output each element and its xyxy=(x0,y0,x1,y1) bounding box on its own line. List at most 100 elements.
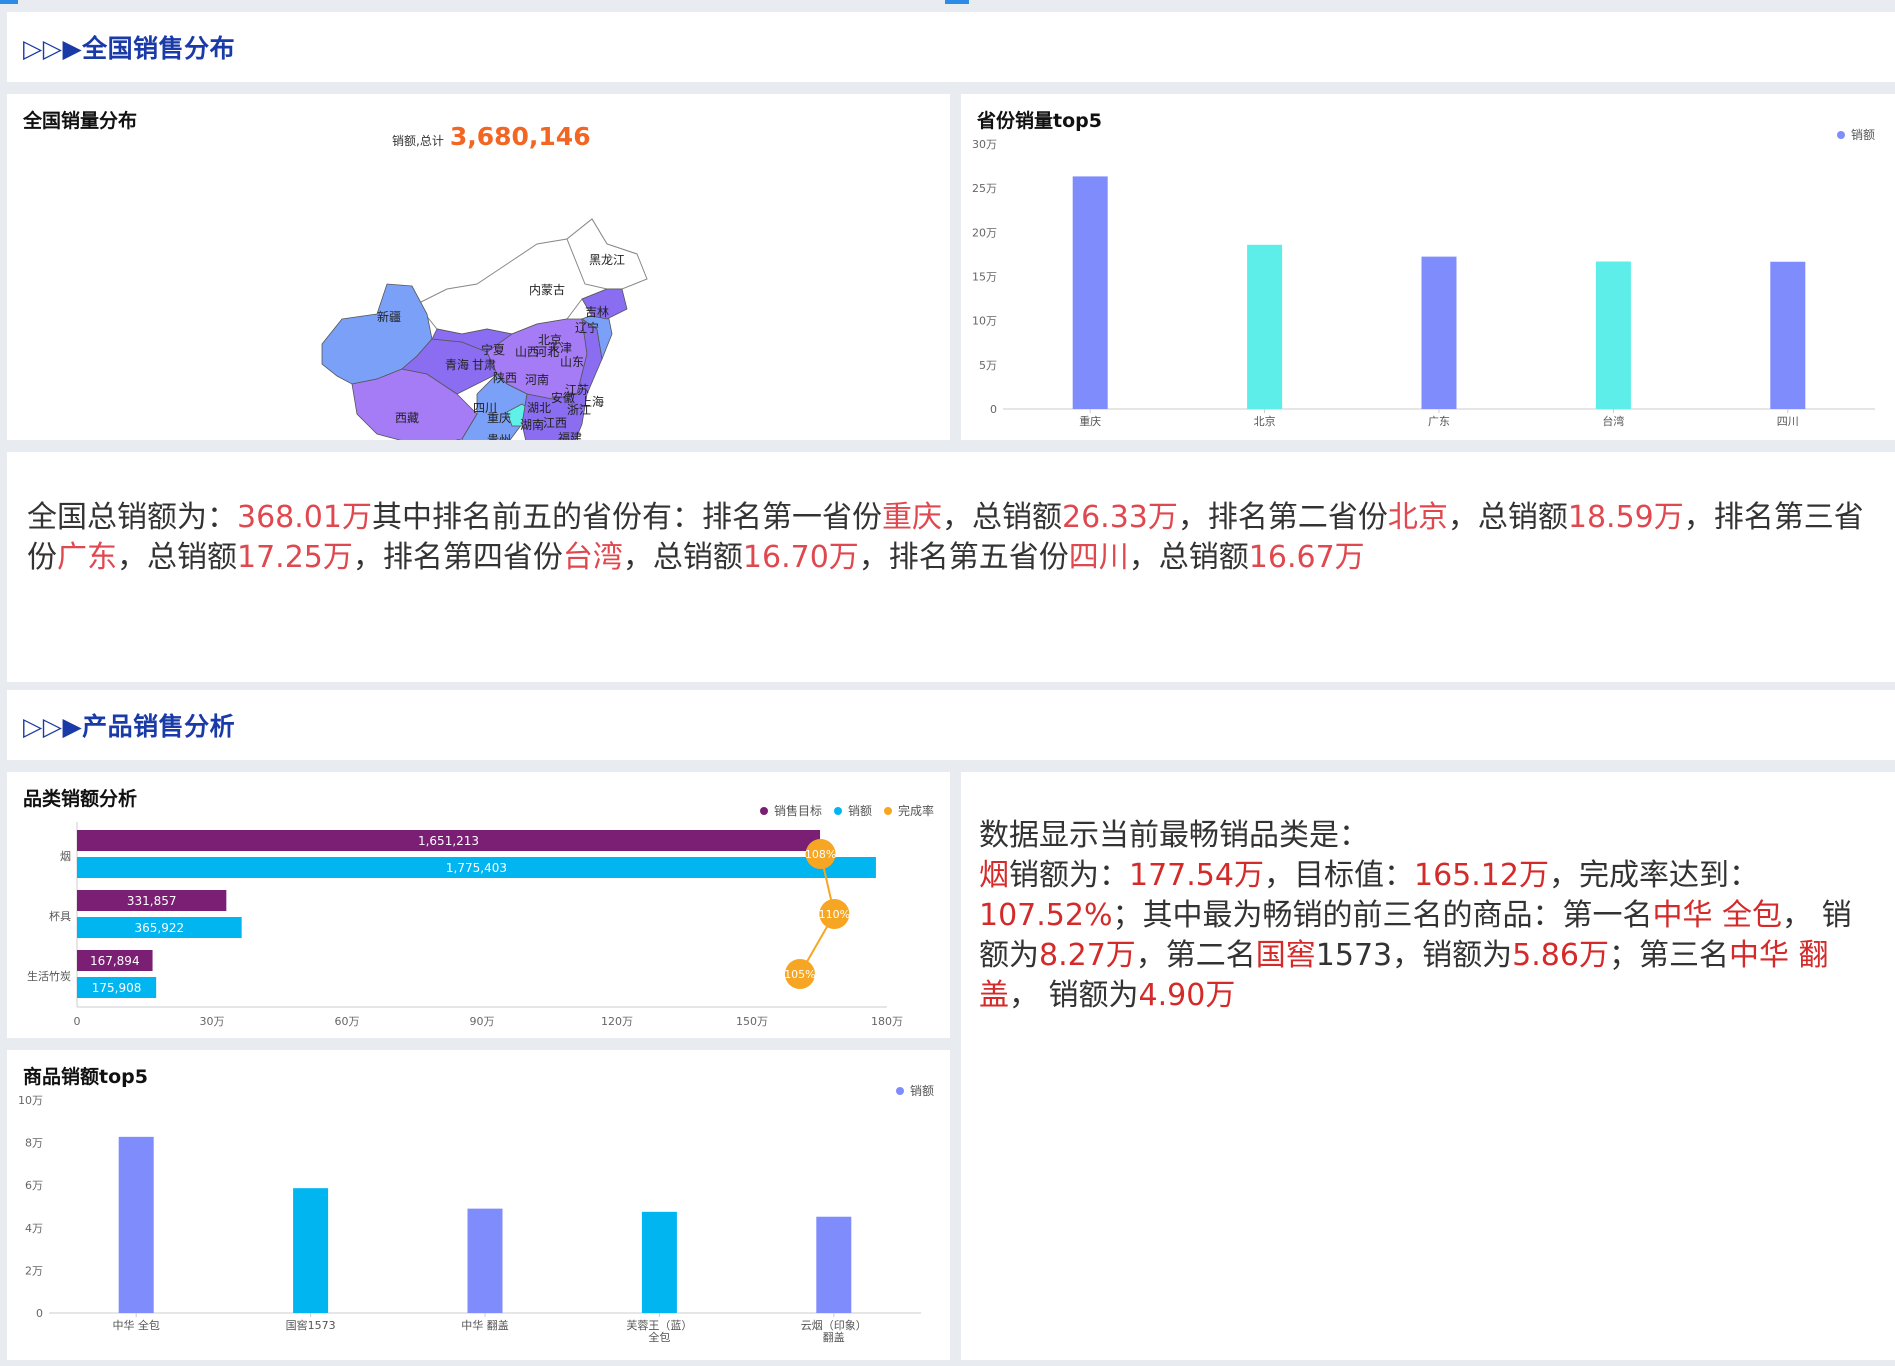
y-tick-label: 10万 xyxy=(972,315,997,328)
y-tick-label: 0 xyxy=(990,403,997,416)
summary-text: ，总销额 xyxy=(622,540,743,575)
summary-line: 数据显示当前最畅销品类是： xyxy=(979,818,1369,853)
map-label-内蒙古: 内蒙古 xyxy=(529,282,565,297)
product-summary-text: 数据显示当前最畅销品类是： 烟销额为：177.54万，目标值：165.12万，完… xyxy=(979,816,1879,1016)
summary-text: ，总销额 xyxy=(1447,500,1568,535)
map-label-吉林: 吉林 xyxy=(585,305,609,319)
x-tick-label: 重庆 xyxy=(1079,414,1101,428)
summary-text: ；第三名 xyxy=(1608,938,1729,973)
summary-value-1: 26.33万 xyxy=(1061,500,1178,535)
summary-value-2: 18.59万 xyxy=(1567,500,1684,535)
summary-province-2: 北京 xyxy=(1387,500,1448,535)
map-label-黑龙江: 黑龙江 xyxy=(589,253,625,267)
x-tick-label: 台湾 xyxy=(1602,414,1624,428)
product-summary-card: 数据显示当前最畅销品类是： 烟销额为：177.54万，目标值：165.12万，完… xyxy=(961,772,1895,1360)
y-tick-label: 30万 xyxy=(972,138,997,151)
bar[interactable] xyxy=(118,1136,154,1313)
bar-label: 175,908 xyxy=(92,981,142,995)
x-tick-label: 四川 xyxy=(1777,415,1799,428)
national-summary-text: 全国总销额为：368.01万其中排名前五的省份有：排名第一省份重庆，总销额26.… xyxy=(27,498,1887,578)
x-tick-label: 中华 全包 xyxy=(112,1318,160,1332)
map-label-河南: 河南 xyxy=(525,372,549,387)
summary-text: ；其中最为畅销的前三名的商品：第一名 xyxy=(1112,898,1653,933)
x-tick-label: 0 xyxy=(74,1015,81,1028)
summary-text: 其中排名前五的省份有：排名第一省份 xyxy=(371,500,882,535)
map-label-湖北: 湖北 xyxy=(527,400,551,415)
y-tick-label: 5万 xyxy=(979,359,997,372)
y-tick-label: 烟 xyxy=(60,849,71,863)
map-label-浙江: 浙江 xyxy=(567,403,591,417)
category-card: 品类销额分析 销售目标 销额 完成率 0 30万 60万 90万 120万 150万 180… xyxy=(7,772,950,1038)
summary-province-3: 广东 xyxy=(57,540,117,575)
china-map[interactable]: 新疆西藏青海 甘肃宁夏内蒙古黑龙江吉林辽宁北京天津河北山西陕西山东河南四川重庆湖北… xyxy=(7,94,950,440)
summary-total-value: 368.01万 xyxy=(237,500,372,535)
x-tick-label: 芙蓉王（蓝） xyxy=(626,1318,692,1332)
map-label-青海: 青海 xyxy=(445,357,469,372)
top-accent-mid xyxy=(945,0,969,4)
summary-goods-value-2: 5.86万 xyxy=(1512,938,1609,973)
summary-text: ，完成率达到： xyxy=(1548,858,1759,893)
bar-label: 1,775,403 xyxy=(446,861,507,875)
bar-label: 365,922 xyxy=(135,921,185,935)
y-tick-label: 杯具 xyxy=(49,909,71,923)
section-title-national: ▷▷▶全国销售分布 xyxy=(23,34,236,63)
summary-province-4: 台湾 xyxy=(562,540,623,575)
x-tick-label: 全包 xyxy=(648,1330,670,1344)
bar[interactable] xyxy=(1072,176,1108,409)
x-tick-label: 150万 xyxy=(736,1015,768,1028)
summary-province-1: 重庆 xyxy=(881,500,942,535)
y-tick-label: 2万 xyxy=(25,1264,43,1277)
map-label-山东: 山东 xyxy=(560,355,584,369)
section-header-product: ▷▷▶产品销售分析 xyxy=(7,690,1895,760)
x-tick-label: 180万 xyxy=(871,1015,903,1028)
summary-text: ，总销额 xyxy=(117,540,237,575)
summary-text: ， 销额为 xyxy=(1009,978,1139,1013)
product-chart[interactable]: 0 2万 4万 6万 8万 10万中华 全包 国窖1573 中华 翻盖 芙蓉王（蓝）全包 云烟（印… xyxy=(7,1050,950,1360)
summary-goods-value-3: 4.90万 xyxy=(1138,978,1236,1013)
summary-goods-2: 国窖 xyxy=(1255,938,1316,973)
y-tick-label: 8万 xyxy=(25,1137,43,1150)
map-label-湖南: 湖南 xyxy=(520,417,544,432)
x-tick-label: 云烟（印象） xyxy=(801,1318,867,1332)
summary-value-5: 16.67万 xyxy=(1248,540,1365,575)
x-tick-label: 120万 xyxy=(601,1015,633,1028)
summary-goods-value-1: 8.27万 xyxy=(1039,938,1136,973)
x-tick-label: 60万 xyxy=(335,1015,360,1028)
map-label-辽宁: 辽宁 xyxy=(575,320,599,335)
map-label-重庆: 重庆 xyxy=(487,411,511,425)
x-tick-label: 30万 xyxy=(200,1015,225,1028)
y-tick-label: 15万 xyxy=(972,271,997,284)
bar-label: 167,894 xyxy=(90,954,140,968)
product-card: 商品销额top5 销额 0 2万 4万 6万 8万 10万 中华 全包 国窖1573 中华 翻盖… xyxy=(7,1050,950,1360)
bar[interactable] xyxy=(816,1216,852,1313)
rate-label: 105% xyxy=(784,968,815,981)
category-chart[interactable]: 0 30万 60万 90万 120万 150万 180万 烟 1,651,213 1,775,40… xyxy=(7,772,950,1038)
summary-goods-2-number: 1573 xyxy=(1315,938,1393,973)
summary-text: ，目标值： xyxy=(1263,858,1414,893)
y-tick-label: 6万 xyxy=(25,1179,43,1192)
y-tick-label: 10万 xyxy=(18,1094,43,1107)
summary-text: ，总销额 xyxy=(941,500,1062,535)
y-tick-label: 0 xyxy=(36,1307,43,1320)
bar[interactable] xyxy=(1247,244,1283,409)
bar[interactable] xyxy=(641,1211,677,1313)
map-label-贵州: 贵州 xyxy=(487,433,511,440)
summary-text: ，销额为 xyxy=(1392,938,1513,973)
y-tick-label: 生活竹炭 xyxy=(27,969,71,983)
bar[interactable] xyxy=(467,1208,503,1313)
section-title-product: ▷▷▶产品销售分析 xyxy=(23,712,236,741)
province-chart[interactable]: 0 5万 10万 15万 20万 25万 30万重庆 北京 广东 台湾 四川 xyxy=(961,94,1895,440)
bar-label: 1,651,213 xyxy=(418,834,479,848)
bar[interactable] xyxy=(1595,261,1631,409)
summary-goods-1: 中华 全包 xyxy=(1652,898,1783,933)
national-summary-card: 全国总销额为：368.01万其中排名前五的省份有：排名第一省份重庆，总销额26.… xyxy=(7,452,1895,682)
province-card: 省份销量top5 销额 0 5万 10万 15万 20万 25万 30万 重庆 北京 广东 台湾 四川 xyxy=(961,94,1895,440)
summary-category: 烟 xyxy=(979,858,1009,893)
x-tick-label: 中华 翻盖 xyxy=(461,1318,509,1332)
bar[interactable] xyxy=(1770,261,1806,409)
bar[interactable] xyxy=(1421,256,1457,409)
bar[interactable] xyxy=(293,1188,329,1313)
y-tick-label: 20万 xyxy=(972,226,997,239)
summary-text: ，排名第四省份 xyxy=(352,540,563,575)
map-label-江西: 江西 xyxy=(543,416,567,430)
